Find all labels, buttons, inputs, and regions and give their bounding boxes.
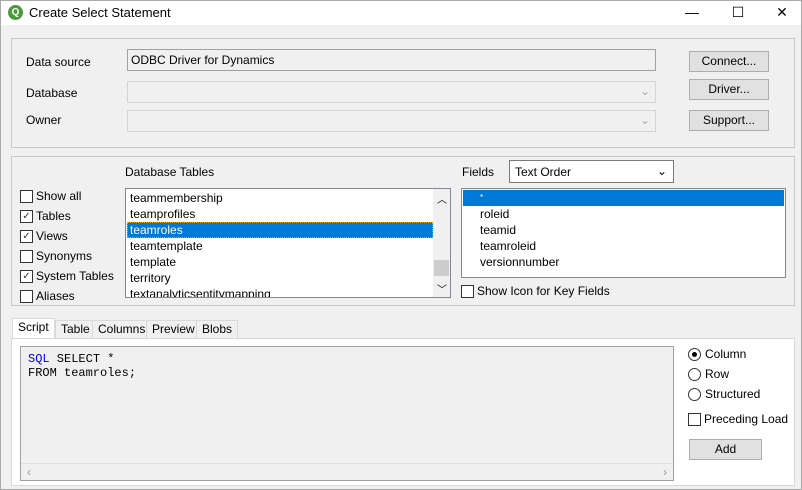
database-select[interactable]: ⌄ <box>127 81 656 103</box>
field-list-item[interactable]: teamroleid <box>463 238 784 254</box>
tab-table[interactable]: Table <box>55 320 96 339</box>
checkbox-label: System Tables <box>36 269 114 283</box>
data-source-field[interactable]: ODBC Driver for Dynamics <box>127 49 656 71</box>
field-order-value: Text Order <box>515 165 572 179</box>
table-list-item[interactable]: teamprofiles <box>127 206 433 222</box>
owner-label: Owner <box>26 113 62 127</box>
checkbox-label: Synonyms <box>36 249 93 263</box>
checkbox-box[interactable]: ✓ <box>20 269 33 283</box>
script-line: SELECT * <box>49 352 115 366</box>
checkbox-box[interactable] <box>20 189 33 203</box>
chevron-down-icon: ⌄ <box>656 164 667 178</box>
field-list-item[interactable]: * <box>463 190 784 206</box>
table-list-item[interactable]: territory <box>127 270 433 286</box>
maximize-button[interactable]: ☐ <box>715 1 761 25</box>
structured-radio[interactable]: Structured <box>688 387 760 401</box>
filter-checkbox[interactable]: ✓ Tables <box>20 209 71 223</box>
field-list-item[interactable]: versionnumber <box>463 254 784 270</box>
horizontal-scrollbar[interactable]: ‹ › <box>21 463 673 480</box>
table-list-item[interactable]: teamroles <box>127 222 433 238</box>
tab-columns[interactable]: Columns <box>92 320 152 339</box>
scroll-up-icon[interactable]: ︿ <box>437 191 447 206</box>
filter-checkbox[interactable]: ✓ Views <box>20 229 68 243</box>
radio-label: Structured <box>705 387 761 401</box>
table-list-item[interactable]: textanalyticsentitymapping <box>127 286 433 297</box>
field-order-select[interactable]: Text Order ⌄ <box>509 160 674 183</box>
fields-list[interactable]: * roleid teamid teamroleid versionnumber <box>461 188 786 278</box>
tab-preview[interactable]: Preview <box>146 320 201 339</box>
support-button[interactable]: Support... <box>689 110 769 131</box>
checkbox-box[interactable]: ✓ <box>20 229 33 243</box>
table-list-item[interactable]: teammembership <box>127 190 433 206</box>
tables-list[interactable]: teammembership teamprofiles teamroles teamt… <box>125 188 451 298</box>
radio-circle[interactable] <box>688 367 701 381</box>
owner-select[interactable]: ⌄ <box>127 110 656 132</box>
preceding-load-checkbox[interactable]: Preceding Load <box>688 412 788 426</box>
table-list-item[interactable]: template <box>127 254 433 270</box>
checkbox-box[interactable] <box>20 289 33 303</box>
tab-blobs[interactable]: Blobs <box>196 320 239 339</box>
field-list-item[interactable]: roleid <box>463 206 784 222</box>
filter-checkbox[interactable]: ✓ System Tables <box>20 269 114 283</box>
checkbox-box[interactable] <box>688 412 701 426</box>
radio-label: Row <box>705 367 730 381</box>
database-label: Database <box>26 86 78 100</box>
filter-checkbox[interactable]: Synonyms <box>20 249 92 263</box>
show-key-icon-checkbox[interactable]: Show Icon for Key Fields <box>461 284 610 298</box>
scroll-right-icon[interactable]: › <box>663 465 667 479</box>
app-logo-icon: Q <box>8 5 23 20</box>
scroll-left-icon[interactable]: ‹ <box>27 465 31 479</box>
scrollbar[interactable]: ︿ ﹀ <box>433 189 450 297</box>
checkbox-box[interactable] <box>461 284 474 298</box>
checkbox-box[interactable] <box>20 249 33 263</box>
connect-button[interactable]: Connect... <box>689 51 769 72</box>
driver-button[interactable]: Driver... <box>689 79 769 100</box>
scroll-down-icon[interactable]: ﹀ <box>437 281 447 296</box>
scroll-thumb[interactable] <box>434 260 449 276</box>
chevron-down-icon: ⌄ <box>639 113 650 127</box>
checkbox-label: Show Icon for Key Fields <box>477 284 610 298</box>
row-radio[interactable]: Row <box>688 367 729 381</box>
close-button[interactable]: ✕ <box>759 1 802 25</box>
fields-label: Fields <box>462 165 495 179</box>
checkbox-label: Tables <box>36 209 71 223</box>
database-tables-label: Database Tables <box>125 165 215 179</box>
title-bar: Q Create Select Statement — ☐ ✕ <box>1 1 801 25</box>
column-radio[interactable]: Column <box>688 347 746 361</box>
script-line: FROM teamroles; <box>28 366 137 380</box>
window-title: Create Select Statement <box>29 5 171 20</box>
filter-checkbox[interactable]: Aliases <box>20 289 75 303</box>
minimize-button[interactable]: — <box>669 1 715 25</box>
add-button[interactable]: Add <box>689 439 762 460</box>
checkbox-box[interactable]: ✓ <box>20 209 33 223</box>
filter-checkbox[interactable]: Show all <box>20 189 81 203</box>
radio-circle[interactable] <box>688 387 701 401</box>
chevron-down-icon: ⌄ <box>639 84 650 98</box>
tab-script[interactable]: Script <box>12 318 55 339</box>
checkbox-label: Views <box>36 229 68 243</box>
checkbox-label: Preceding Load <box>704 412 789 426</box>
table-list-item[interactable]: teamtemplate <box>127 238 433 254</box>
radio-circle[interactable] <box>688 347 701 361</box>
sql-keyword: SQL <box>28 352 50 366</box>
data-source-label: Data source <box>26 55 91 69</box>
field-list-item[interactable]: teamid <box>463 222 784 238</box>
checkbox-label: Aliases <box>36 289 75 303</box>
checkbox-label: Show all <box>36 189 82 203</box>
script-editor[interactable]: SQL SELECT * FROM teamroles; ‹ › <box>20 346 674 481</box>
radio-label: Column <box>705 347 747 361</box>
